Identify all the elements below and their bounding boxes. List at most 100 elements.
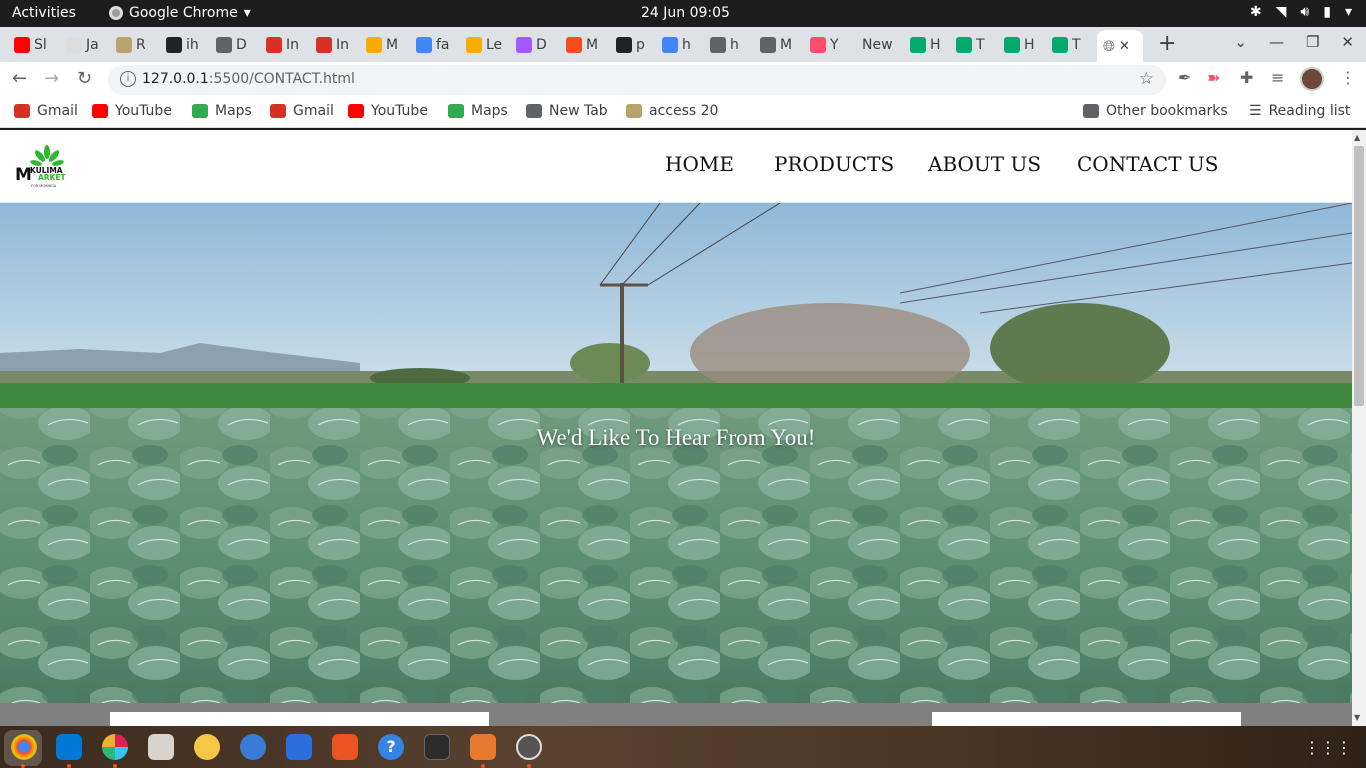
- media-control-icon[interactable]: ≡: [1271, 68, 1284, 87]
- files-dock-icon[interactable]: [148, 734, 174, 760]
- clock[interactable]: 24 Jun 09:05: [641, 5, 730, 21]
- leaf-logo-icon: M KULIMA ARKET FOR MORINGA: [15, 145, 67, 188]
- nav-about-us[interactable]: ABOUT US: [928, 152, 1041, 176]
- tab-1[interactable]: Ja: [60, 31, 104, 59]
- bookmarks-bar: Gmail YouTube Maps Gmail YouTube Maps New Tab a…: [0, 96, 1366, 128]
- bookmark-item[interactable]: YouTube: [348, 103, 428, 119]
- site-info-icon[interactable]: i: [120, 71, 136, 87]
- vscode-dock-icon[interactable]: [56, 734, 82, 760]
- tab-active-contact[interactable]: 🌐︎ ✕: [1097, 30, 1143, 62]
- show-apps-grid-icon[interactable]: ⋮⋮⋮: [1304, 738, 1352, 757]
- running-indicator: [67, 764, 71, 768]
- forward-arrow-icon[interactable]: →: [44, 68, 59, 89]
- url-text[interactable]: 127.0.0.1:5500/CONTACT.html: [142, 71, 355, 87]
- tab-favicon-icon: [616, 37, 632, 53]
- tab-favicon-icon: [416, 37, 432, 53]
- tab-6[interactable]: In: [310, 31, 354, 59]
- menu-kebab-icon[interactable]: ⋮: [1340, 68, 1356, 87]
- extensions-puzzle-icon[interactable]: ✚: [1240, 68, 1253, 87]
- nav-products[interactable]: PRODUCTS: [774, 152, 894, 176]
- window-controls: ⌄ — ❐ ✕: [1234, 33, 1354, 51]
- bookmark-item[interactable]: access 20: [626, 103, 718, 119]
- tab-search-icon[interactable]: ⌄: [1234, 33, 1247, 51]
- tab-8[interactable]: fa: [410, 31, 454, 59]
- site-logo[interactable]: M KULIMA ARKET FOR MORINGA: [14, 144, 84, 190]
- minimize-icon[interactable]: —: [1269, 33, 1284, 51]
- bookmark-item[interactable]: Maps: [448, 103, 508, 119]
- tab-5[interactable]: In: [260, 31, 304, 59]
- new-tab-button[interactable]: +: [1158, 31, 1176, 56]
- software-dock-icon[interactable]: [332, 734, 358, 760]
- slack-dock-icon[interactable]: [102, 734, 128, 760]
- tab-favicon-icon: [566, 37, 582, 53]
- extension-feather-icon[interactable]: ✒: [1178, 68, 1191, 87]
- page-scrollbar[interactable]: ▲ ▼: [1352, 130, 1366, 726]
- tab-label: Y: [830, 37, 839, 53]
- tab-17[interactable]: New: [856, 31, 902, 59]
- folder-icon: [1083, 104, 1099, 118]
- bookmark-item[interactable]: New Tab: [526, 103, 608, 119]
- activities-button[interactable]: Activities: [12, 5, 76, 21]
- thunderbird-dock-icon[interactable]: [240, 734, 266, 760]
- chrome-dock-icon[interactable]: [11, 734, 37, 760]
- extension-arrow-icon[interactable]: ➽: [1207, 68, 1220, 87]
- address-bar[interactable]: i 127.0.0.1:5500/CONTACT.html ☆: [108, 65, 1166, 95]
- scroll-up-icon[interactable]: ▲: [1354, 133, 1360, 142]
- tab-favicon-icon: [956, 37, 972, 53]
- bookmark-star-icon[interactable]: ☆: [1139, 69, 1154, 89]
- tab-4[interactable]: D: [210, 31, 254, 59]
- tab-close-icon[interactable]: ✕: [1119, 39, 1130, 54]
- tab-20[interactable]: H: [998, 31, 1042, 59]
- bookmark-label: access 20: [649, 103, 719, 119]
- tab-favicon-icon: [760, 37, 776, 53]
- updater-dock-icon[interactable]: [516, 734, 542, 760]
- nav-contact-us[interactable]: CONTACT US: [1077, 152, 1218, 176]
- tab-label: Sl: [34, 37, 47, 53]
- tab-label: fa: [436, 37, 450, 53]
- scroll-thumb[interactable]: [1354, 146, 1364, 406]
- terminal-dock-icon[interactable]: [424, 734, 450, 760]
- bookmark-item[interactable]: Maps: [192, 103, 252, 119]
- tab-label: h: [730, 37, 739, 53]
- system-tray[interactable]: ✱ ◥ 🔊︎ ▮ ▾: [1250, 4, 1352, 20]
- reload-icon[interactable]: ↻: [77, 68, 92, 89]
- tab-16[interactable]: Y: [804, 31, 848, 59]
- tab-21[interactable]: T: [1046, 31, 1090, 59]
- tab-0[interactable]: Sl: [8, 31, 52, 59]
- tab-18[interactable]: H: [904, 31, 948, 59]
- tab-9[interactable]: Le: [460, 31, 504, 59]
- ubuntu-dock: ? ⋮⋮⋮: [0, 726, 1366, 768]
- help-dock-icon[interactable]: ?: [378, 734, 404, 760]
- tab-11[interactable]: M: [560, 31, 604, 59]
- writer-dock-icon[interactable]: [286, 734, 312, 760]
- tab-13[interactable]: h: [656, 31, 700, 59]
- bookmark-item[interactable]: YouTube: [92, 103, 172, 119]
- tab-10[interactable]: D: [510, 31, 554, 59]
- impress-dock-icon[interactable]: [470, 734, 496, 760]
- tab-15[interactable]: M: [754, 31, 798, 59]
- app-menu[interactable]: Google Chrome ▾: [109, 5, 251, 21]
- scroll-down-icon[interactable]: ▼: [1354, 713, 1360, 722]
- bookmark-item[interactable]: Gmail: [14, 103, 78, 119]
- tab-14[interactable]: h: [704, 31, 748, 59]
- tab-12[interactable]: p: [610, 31, 654, 59]
- close-window-icon[interactable]: ✕: [1341, 33, 1354, 51]
- tab-label: h: [682, 37, 691, 53]
- tab-strip: Sl Ja Rih D In In Mfa Le D Mp h h M Y New H T H T 🌐︎ ✕ + ⌄…: [0, 27, 1366, 62]
- tab-19[interactable]: T: [950, 31, 994, 59]
- profile-avatar[interactable]: [1300, 67, 1324, 91]
- other-bookmarks[interactable]: Other bookmarks: [1083, 103, 1228, 119]
- maximize-icon[interactable]: ❐: [1306, 33, 1319, 51]
- contact-card-right: [932, 712, 1241, 726]
- slack-tray-icon[interactable]: ✱: [1250, 4, 1262, 20]
- rhythmbox-dock-icon[interactable]: [194, 734, 220, 760]
- tab-3[interactable]: ih: [160, 31, 204, 59]
- nav-home[interactable]: HOME: [665, 152, 734, 176]
- tab-7[interactable]: M: [360, 31, 404, 59]
- reading-list[interactable]: ☰ Reading list: [1249, 103, 1350, 119]
- tab-2[interactable]: R: [110, 31, 154, 59]
- tab-favicon-icon: [810, 37, 826, 53]
- bookmark-item[interactable]: Gmail: [270, 103, 334, 119]
- back-arrow-icon[interactable]: ←: [12, 68, 27, 89]
- tab-label: D: [536, 37, 547, 53]
